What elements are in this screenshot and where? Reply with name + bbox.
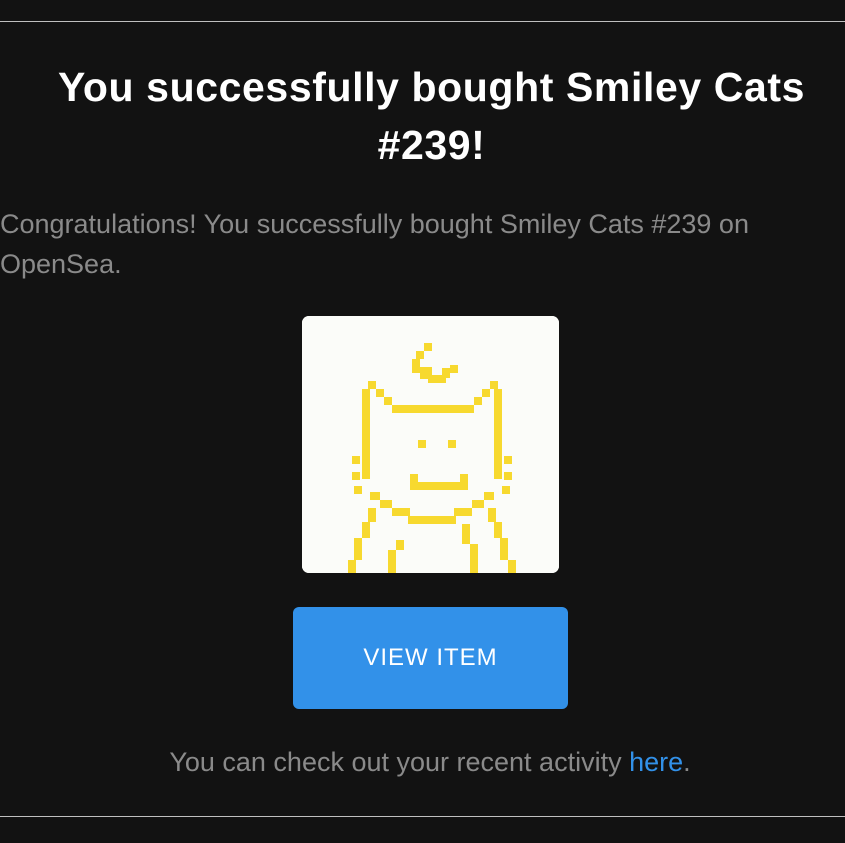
recent-activity-text: You can check out your recent activity bbox=[169, 747, 630, 777]
top-divider bbox=[0, 21, 845, 22]
recent-activity-period: . bbox=[683, 747, 691, 777]
recent-activity-link[interactable]: here bbox=[629, 747, 683, 777]
smiley-cat-pixel-art bbox=[302, 316, 559, 573]
view-item-button[interactable]: VIEW ITEM bbox=[293, 607, 568, 709]
page-title: You successfully bought Smiley Cats #239… bbox=[0, 58, 845, 174]
nft-image bbox=[302, 316, 559, 573]
page-title-text: You successfully bought Smiley Cats #239… bbox=[57, 64, 806, 168]
bottom-divider bbox=[0, 816, 845, 817]
confirmation-message: Congratulations! You successfully bought… bbox=[0, 209, 749, 279]
recent-activity-note: You can check out your recent activity h… bbox=[0, 742, 845, 782]
purchase-confirmation-page: You successfully bought Smiley Cats #239… bbox=[0, 0, 845, 843]
